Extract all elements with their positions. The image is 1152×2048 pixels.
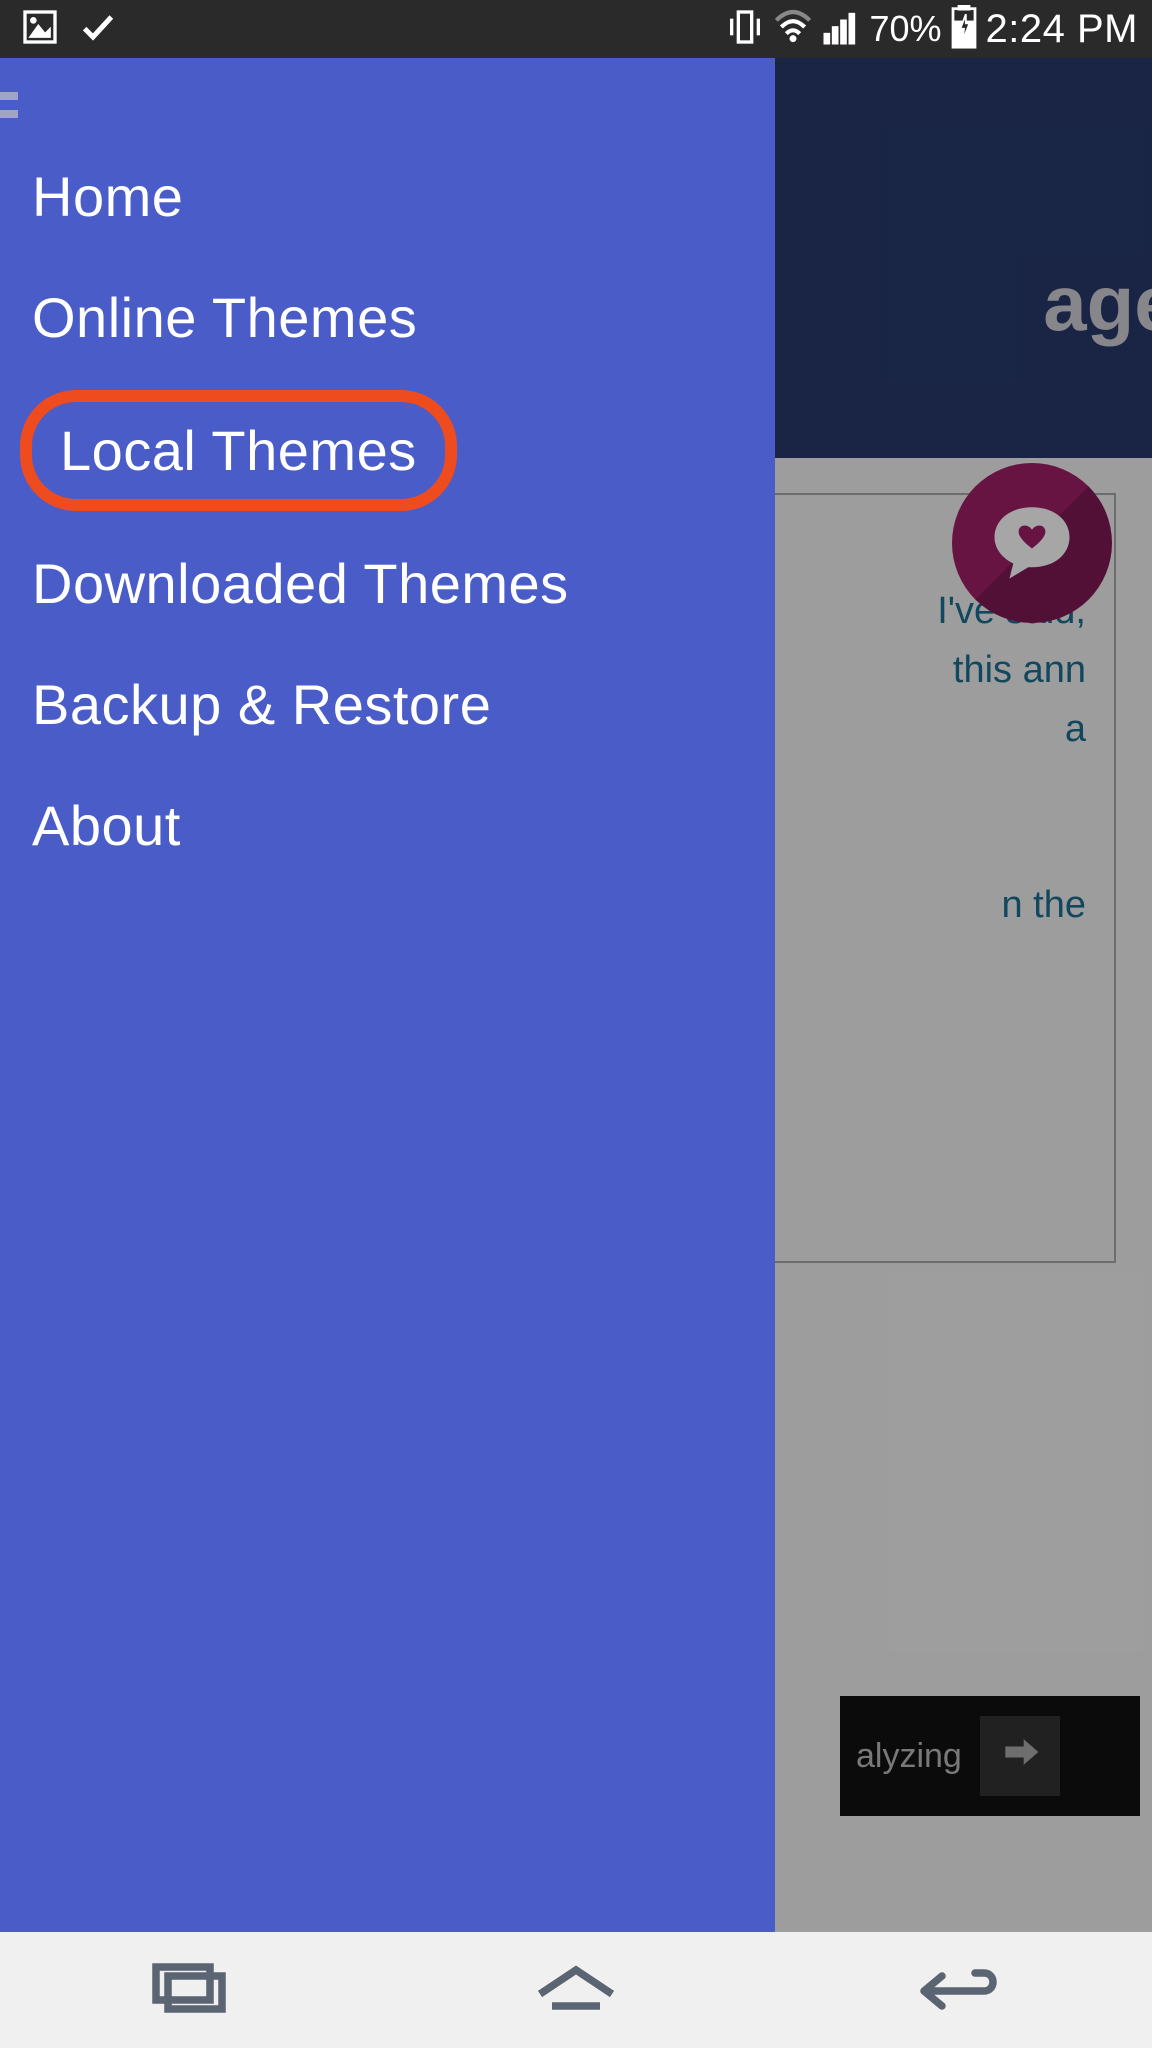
drawer-item-label: Downloaded Themes (32, 552, 569, 615)
recents-icon (147, 2003, 237, 2020)
wifi-icon (773, 7, 813, 52)
drawer-item-about[interactable]: About (32, 765, 775, 886)
clock: 2:24 PM (986, 7, 1138, 52)
drawer-item-online-themes[interactable]: Online Themes (32, 257, 775, 378)
image-icon (20, 7, 60, 52)
recents-button[interactable] (147, 1960, 237, 2021)
check-icon (78, 7, 118, 52)
status-right: 70% 2:24 PM (725, 5, 1152, 54)
drawer-item-label: Home (32, 165, 183, 228)
home-button[interactable] (531, 1960, 621, 2021)
system-nav-bar (0, 1932, 1152, 2048)
drawer-item-local-themes[interactable]: Local Themes (60, 418, 417, 483)
drawer-item-label: Local Themes (60, 419, 417, 482)
signal-icon (821, 7, 861, 52)
vibrate-icon (725, 7, 765, 52)
status-bar: 70% 2:24 PM (0, 0, 1152, 58)
drawer-item-backup-restore[interactable]: Backup & Restore (32, 644, 775, 765)
drawer-item-home[interactable]: Home (32, 136, 775, 257)
status-left (0, 7, 118, 52)
drawer-item-label: About (32, 794, 181, 857)
drawer-item-label: Online Themes (32, 286, 417, 349)
drawer-item-downloaded-themes[interactable]: Downloaded Themes (32, 523, 775, 644)
screen: 70% 2:24 PM ager ge the I've said, this … (0, 0, 1152, 2048)
home-icon (531, 2003, 621, 2020)
back-icon (915, 2003, 1005, 2020)
battery-percentage: 70% (869, 8, 941, 50)
drawer-handle-icon (0, 88, 18, 124)
battery-icon (950, 5, 978, 54)
navigation-drawer: Home Online Themes Local Themes Download… (0, 58, 775, 1932)
back-button[interactable] (915, 1960, 1005, 2021)
drawer-item-label: Backup & Restore (32, 673, 491, 736)
highlight-annotation: Local Themes (20, 390, 457, 511)
